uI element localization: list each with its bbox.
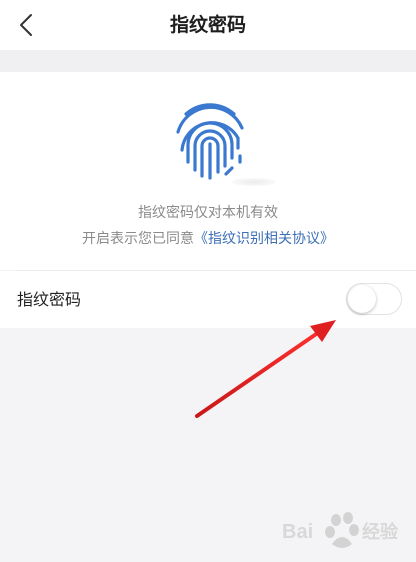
section-divider xyxy=(0,50,416,72)
fingerprint-setting-label: 指纹密码 xyxy=(17,290,82,309)
toggle-knob xyxy=(348,285,376,313)
baidu-paw-icon: Bai 经验 xyxy=(282,512,399,548)
fingerprint-shadow xyxy=(232,178,276,186)
page-title: 指纹密码 xyxy=(169,14,246,36)
agreement-prefix: 开启表示您已同意 xyxy=(82,231,194,247)
title-bar: 指纹密码 xyxy=(0,0,416,50)
fingerprint-info-card: 指纹密码仅对本机有效 开启表示您已同意《指纹识别相关协议》 xyxy=(0,72,416,270)
svg-text:经验: 经验 xyxy=(362,521,399,542)
agreement-text: 开启表示您已同意《指纹识别相关协议》 xyxy=(0,228,416,248)
agreement-link[interactable]: 《指纹识别相关协议》 xyxy=(194,231,334,247)
device-only-note: 指纹密码仅对本机有效 xyxy=(138,205,278,221)
fingerprint-toggle[interactable] xyxy=(346,283,402,315)
svg-text:Bai: Bai xyxy=(282,521,313,543)
fingerprint-icon xyxy=(176,103,244,180)
fingerprint-setting-row: 指纹密码 xyxy=(0,271,416,328)
